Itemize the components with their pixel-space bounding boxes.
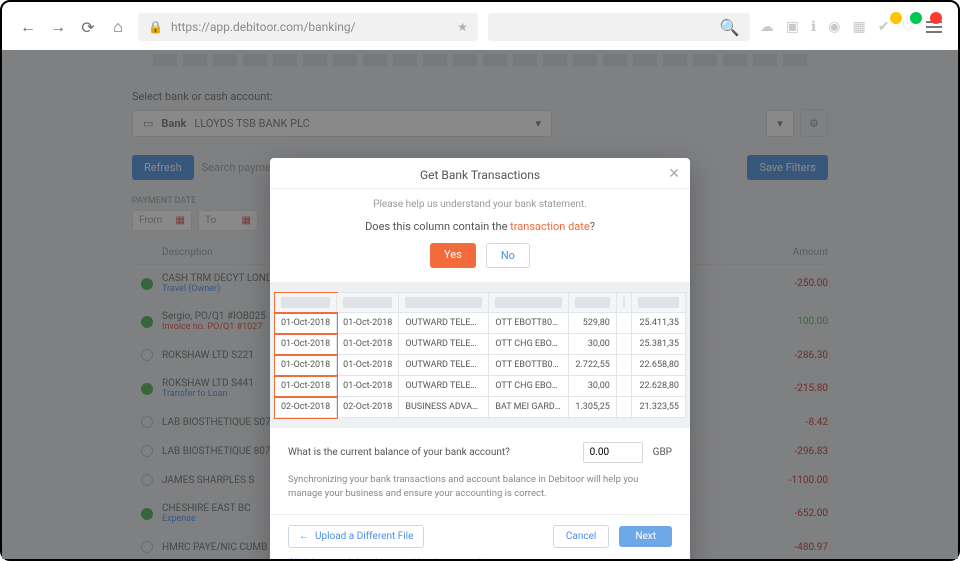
cancel-button[interactable]: Cancel [553, 525, 609, 548]
cell: OUTWARD TELEGRA... [399, 376, 489, 397]
cell: OUTWARD TELEGRA... [399, 334, 489, 355]
cell: OTT EBOTTB093008... [489, 355, 569, 376]
table-row: 02-Oct-201802-Oct-2018BUSINESS ADVANCE..… [275, 397, 686, 418]
cell: BAT MEI GARDEN W... [489, 397, 569, 418]
reload-icon[interactable]: ⟳ [78, 18, 98, 37]
col-2-header[interactable] [337, 293, 399, 313]
browser-toolbar: ← → ⟳ ⌂ 🔒 https://app.debitoor.com/banki… [2, 2, 958, 50]
cell: OUTWARD TELEGRA... [399, 355, 489, 376]
cell: BUSINESS ADVANCE... [399, 397, 489, 418]
cell: 22.628,80 [632, 376, 686, 397]
modal-title: Get Bank Transactions [420, 168, 540, 182]
home-icon[interactable]: ⌂ [108, 17, 128, 37]
cell: 1.305,25 [569, 397, 617, 418]
dot-close-icon [930, 12, 942, 24]
cell: 30,00 [569, 334, 617, 355]
table-row: 01-Oct-201801-Oct-2018OUTWARD TELEGRA...… [275, 355, 686, 376]
cell: 01-Oct-2018 [275, 313, 337, 334]
delete-imported-link[interactable]: Click here to delete imported bank trans… [270, 558, 690, 560]
cell: 02-Oct-2018 [275, 397, 337, 418]
shield-icon[interactable]: ✔ [878, 19, 890, 35]
cloud-icon[interactable]: ☁ [760, 19, 774, 35]
balance-question: What is the current balance of your bank… [288, 447, 573, 458]
cell [616, 397, 631, 418]
col-3-header[interactable] [399, 293, 489, 313]
back-icon[interactable]: ← [18, 17, 38, 37]
close-icon[interactable]: ✕ [668, 166, 680, 182]
cell [616, 313, 631, 334]
lock-icon: 🔒 [148, 20, 163, 34]
modal-question: Does this column contain the transaction… [270, 214, 690, 243]
upload-different-file-button[interactable]: ← Upload a Different File [288, 525, 424, 548]
cell: OTT CHG EBOTTB09... [489, 376, 569, 397]
cell: OUTWARD TELEGRA... [399, 313, 489, 334]
window-traffic-lights [890, 12, 942, 24]
cell: OTT CHG EBOTTB09... [489, 334, 569, 355]
next-button[interactable]: Next [619, 526, 672, 547]
table-row: 01-Oct-201801-Oct-2018OUTWARD TELEGRA...… [275, 334, 686, 355]
cell: 02-Oct-2018 [337, 397, 399, 418]
no-button[interactable]: No [486, 243, 530, 268]
get-bank-transactions-modal: Get Bank Transactions ✕ Please help us u… [270, 158, 690, 559]
cell: 529,80 [569, 313, 617, 334]
col-4-header[interactable] [489, 293, 569, 313]
col-1-header[interactable] [275, 293, 337, 313]
table-row: 01-Oct-201801-Oct-2018OUTWARD TELEGRA...… [275, 376, 686, 397]
url-text: https://app.debitoor.com/banking/ [171, 20, 356, 34]
cell: 01-Oct-2018 [337, 313, 399, 334]
preview-table: 01-Oct-201801-Oct-2018OUTWARD TELEGRA...… [274, 292, 686, 418]
cell [616, 334, 631, 355]
col-7-header[interactable] [632, 293, 686, 313]
arrow-left-icon: ← [299, 531, 309, 542]
cell [616, 355, 631, 376]
table-row: 01-Oct-201801-Oct-2018OUTWARD TELEGRA...… [275, 313, 686, 334]
cell: 01-Oct-2018 [337, 334, 399, 355]
info-icon[interactable]: ℹ [811, 19, 816, 35]
bookmark-star-icon[interactable]: ★ [457, 20, 468, 34]
camera-icon[interactable]: ▣ [786, 19, 799, 35]
cell: 25.381,35 [632, 334, 686, 355]
cell: 25.411,35 [632, 313, 686, 334]
cell: 01-Oct-2018 [275, 376, 337, 397]
dot-maximize-icon [910, 12, 922, 24]
cell: 2.722,55 [569, 355, 617, 376]
cell: 30,00 [569, 376, 617, 397]
col-6-header[interactable] [616, 293, 631, 313]
search-icon: 🔍 [720, 18, 740, 37]
forward-icon[interactable]: → [48, 17, 68, 37]
yes-button[interactable]: Yes [430, 243, 476, 268]
modal-subtitle: Please help us understand your bank stat… [270, 189, 690, 214]
cell: 01-Oct-2018 [337, 355, 399, 376]
cell [616, 376, 631, 397]
cell: 01-Oct-2018 [275, 355, 337, 376]
broadcast-icon[interactable]: ◉ [828, 19, 840, 35]
address-bar[interactable]: 🔒 https://app.debitoor.com/banking/ ★ [138, 13, 478, 41]
cell: 01-Oct-2018 [275, 334, 337, 355]
briefcase-icon[interactable]: ▦ [852, 19, 865, 35]
balance-currency: GBP [653, 447, 672, 458]
cell: 01-Oct-2018 [337, 376, 399, 397]
cell: 21.323,55 [632, 397, 686, 418]
balance-input[interactable] [583, 442, 643, 463]
dot-minimize-icon [890, 12, 902, 24]
cell: OTT EBOTT8093008... [489, 313, 569, 334]
cell: 22.658,80 [632, 355, 686, 376]
browser-search[interactable]: 🔍 [488, 13, 750, 41]
col-5-header[interactable] [569, 293, 617, 313]
modal-help-text: Synchronizing your bank transactions and… [288, 473, 672, 502]
modal-overlay: Get Bank Transactions ✕ Please help us u… [2, 50, 958, 559]
